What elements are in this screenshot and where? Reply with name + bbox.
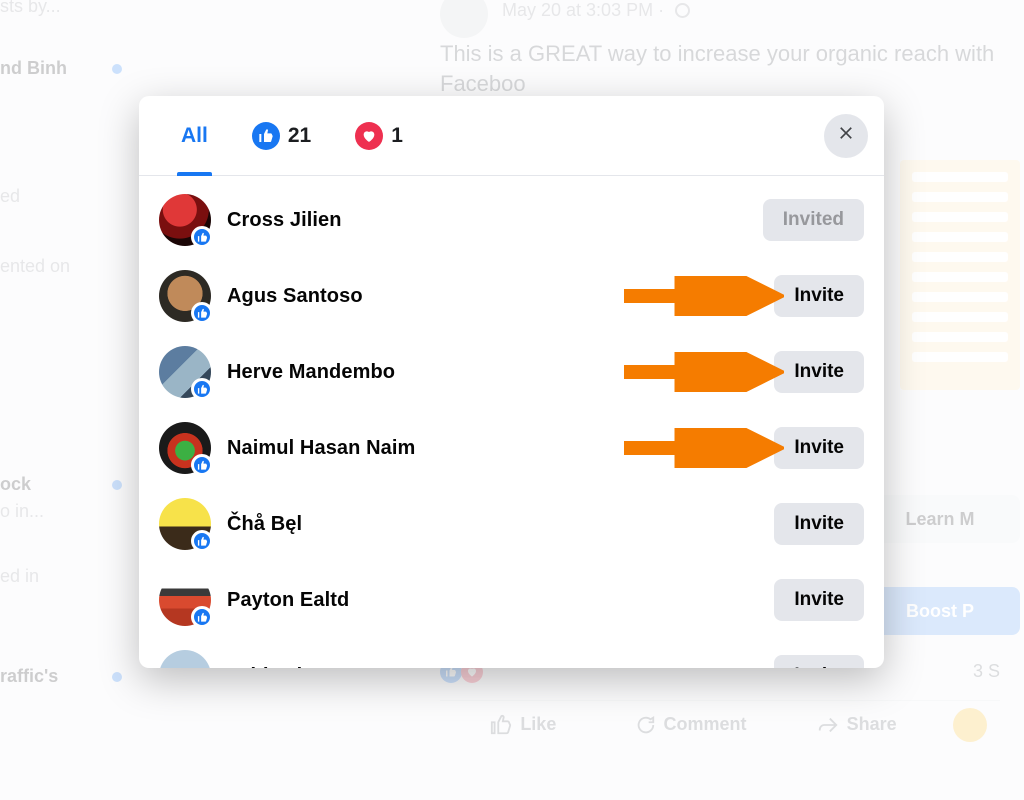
avatar[interactable] bbox=[159, 650, 211, 668]
tab-love-count: 1 bbox=[391, 124, 403, 148]
invite-button[interactable]: Invite bbox=[774, 351, 864, 393]
avatar[interactable] bbox=[159, 270, 211, 322]
invite-button[interactable]: Invite bbox=[774, 655, 864, 668]
love-icon bbox=[355, 122, 383, 150]
avatar[interactable] bbox=[159, 574, 211, 626]
close-button[interactable] bbox=[824, 114, 868, 158]
avatar[interactable] bbox=[159, 194, 211, 246]
invite-button[interactable]: Invite bbox=[774, 579, 864, 621]
person-name[interactable]: Čhå Bęl bbox=[227, 513, 774, 536]
person-name[interactable]: Cross Jilien bbox=[227, 209, 763, 232]
like-icon bbox=[191, 606, 213, 628]
reactions-modal: All 21 1 Cross JilienInvitedAgus Santoso… bbox=[139, 96, 884, 668]
like-icon bbox=[191, 226, 213, 248]
invite-button[interactable]: Invite bbox=[774, 275, 864, 317]
like-icon bbox=[191, 530, 213, 552]
like-icon bbox=[191, 302, 213, 324]
avatar[interactable] bbox=[159, 346, 211, 398]
reactions-tabs: All 21 1 bbox=[139, 96, 884, 176]
like-icon bbox=[252, 122, 280, 150]
person-row: Naimul Hasan NaimInvite bbox=[139, 410, 884, 486]
avatar[interactable] bbox=[159, 422, 211, 474]
like-icon bbox=[191, 454, 213, 476]
invited-button: Invited bbox=[763, 199, 864, 241]
tab-like[interactable]: 21 bbox=[230, 96, 333, 175]
person-row: Leidy JhoInvite bbox=[139, 638, 884, 668]
person-name[interactable]: Leidy Jho bbox=[227, 665, 774, 669]
avatar[interactable] bbox=[159, 498, 211, 550]
tab-love[interactable]: 1 bbox=[333, 96, 425, 175]
close-icon bbox=[836, 123, 856, 148]
person-name[interactable]: Agus Santoso bbox=[227, 285, 774, 308]
people-list: Cross JilienInvitedAgus SantosoInviteHer… bbox=[139, 176, 884, 668]
person-row: Čhå BęlInvite bbox=[139, 486, 884, 562]
person-row: Payton EaltdInvite bbox=[139, 562, 884, 638]
invite-button[interactable]: Invite bbox=[774, 503, 864, 545]
like-icon bbox=[191, 378, 213, 400]
invite-button[interactable]: Invite bbox=[774, 427, 864, 469]
tab-all-label: All bbox=[181, 124, 208, 148]
person-row: Herve MandemboInvite bbox=[139, 334, 884, 410]
person-name[interactable]: Naimul Hasan Naim bbox=[227, 437, 774, 460]
person-row: Cross JilienInvited bbox=[139, 182, 884, 258]
tab-all[interactable]: All bbox=[159, 96, 230, 175]
person-name[interactable]: Payton Ealtd bbox=[227, 589, 774, 612]
person-name[interactable]: Herve Mandembo bbox=[227, 361, 774, 384]
person-row: Agus SantosoInvite bbox=[139, 258, 884, 334]
tab-like-count: 21 bbox=[288, 124, 311, 148]
